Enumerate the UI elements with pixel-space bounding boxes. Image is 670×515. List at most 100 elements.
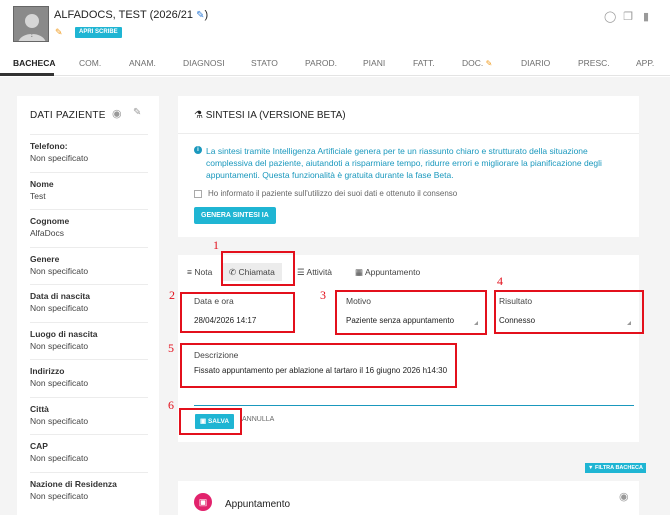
filter-icon: ▼ (588, 465, 594, 471)
checklist-icon: ☰ (297, 267, 305, 277)
copy-icon[interactable]: ❐ (622, 11, 634, 23)
field-telefono: Telefono: Non specificato (30, 134, 148, 163)
tab-doc-label: DOC. (462, 58, 484, 68)
field-value: Non specificato (30, 491, 89, 501)
ai-info-body: La sintesi tramite Intelligenza Artifici… (206, 146, 602, 180)
appointment-card: ▣ Appuntamento ◉ (178, 481, 639, 515)
field-value: Test (30, 191, 46, 201)
eye-icon[interactable]: ◉ (619, 490, 629, 503)
patient-name-suffix: ) (204, 9, 209, 21)
field-cap: CAP Non specificato (30, 434, 148, 463)
appointment-calendar-icon: ▣ (194, 493, 212, 511)
ai-synthesis-card: ⚗ SINTESI IA (VERSIONE BETA) i La sintes… (178, 96, 639, 237)
generate-ai-synthesis-button[interactable]: GENERA SINTESI IA (194, 207, 276, 224)
tab-nota[interactable]: ≡ Nota (187, 263, 212, 281)
filter-board-button[interactable]: ▼ FILTRA BACHECA (585, 463, 646, 473)
tab-diagnosi[interactable]: DIAGNOSI (183, 58, 225, 68)
patient-name: ALFADOCS, TEST (2026/21 ✎) (54, 9, 208, 21)
annotation-number-5: 5 (168, 341, 174, 355)
list-icon: ≡ (187, 267, 192, 277)
calendar-icon: ▦ (355, 267, 364, 277)
consent-checkbox[interactable] (194, 189, 202, 198)
annotation-number-3: 3 (320, 288, 326, 302)
svg-text:?: ? (29, 26, 36, 40)
tab-app[interactable]: APP. (636, 58, 654, 68)
field-label: Indirizzo (30, 366, 65, 376)
field-label: Città (30, 404, 49, 414)
tab-doc[interactable]: DOC. ✎ (462, 58, 492, 68)
annotation-number-1: 1 (213, 238, 219, 252)
tab-fatt[interactable]: FATT. (413, 58, 435, 68)
open-scribe-button[interactable]: APRI SCRIBE (75, 27, 122, 38)
field-cognome: Cognome AlfaDocs (30, 209, 148, 238)
appointment-title: Appuntamento (225, 499, 291, 510)
field-label: Nazione di Residenza (30, 479, 117, 489)
trash-icon[interactable]: ▮ (640, 11, 652, 23)
field-value: Non specificato (30, 303, 89, 313)
tab-bacheca[interactable]: BACHECA (13, 58, 56, 68)
ai-title-text: SINTESI IA (VERSIONE BETA) (205, 110, 346, 121)
annotation-number-4: 4 (497, 274, 503, 288)
field-label: Cognome (30, 216, 70, 226)
field-label: Luogo di nascita (30, 329, 98, 339)
annotation-box-3 (335, 290, 487, 335)
tab-stato[interactable]: STATO (251, 58, 278, 68)
active-tab-indicator (0, 73, 54, 76)
tab-nota-label: Nota (194, 267, 213, 277)
tab-presc[interactable]: PRESC. (578, 58, 610, 68)
field-label: Telefono: (30, 141, 68, 151)
field-label: Genere (30, 254, 60, 264)
divider (178, 133, 639, 134)
patient-header: ? ALFADOCS, TEST (2026/21 ✎) ✎ APRI SCRI… (0, 0, 670, 48)
tab-anam[interactable]: ANAM. (129, 58, 156, 68)
eye-icon[interactable]: ◉ (112, 107, 122, 120)
patient-data-title: DATI PAZIENTE (30, 110, 106, 121)
field-data-nascita: Data di nascita Non specificato (30, 284, 148, 313)
field-indirizzo: Indirizzo Non specificato (30, 359, 148, 388)
field-value: AlfaDocs (30, 228, 65, 238)
annotation-box-1 (221, 251, 295, 286)
field-nazione: Nazione di Residenza Non specificato (30, 472, 148, 501)
field-label: CAP (30, 441, 48, 451)
field-label: Nome (30, 179, 54, 189)
field-nome: Nome Test (30, 172, 148, 201)
consent-label: Ho informato il paziente sull'utilizzo d… (208, 189, 458, 198)
filter-board-label: FILTRA BACHECA (594, 465, 643, 471)
annotation-box-2 (180, 292, 295, 333)
annotation-box-6 (179, 408, 242, 435)
field-value: Non specificato (30, 266, 89, 276)
pencil-icon[interactable]: ✎ (133, 107, 141, 118)
avatar-placeholder-icon: ? (14, 7, 48, 41)
tab-piani[interactable]: PIANI (363, 58, 385, 68)
avatar[interactable]: ? (13, 6, 49, 42)
field-luogo-nascita: Luogo di nascita Non specificato (30, 322, 148, 351)
field-value: Non specificato (30, 341, 89, 351)
field-value: Non specificato (30, 453, 89, 463)
flask-icon: ⚗ (194, 110, 203, 121)
tab-diario[interactable]: DIARIO (521, 58, 550, 68)
field-value: Non specificato (30, 153, 89, 163)
consent-checkbox-row[interactable]: Ho informato il paziente sull'utilizzo d… (194, 189, 457, 198)
tab-com[interactable]: COM. (79, 58, 101, 68)
ai-synthesis-title: ⚗ SINTESI IA (VERSIONE BETA) (194, 110, 346, 121)
cancel-button[interactable]: ANNULLA (242, 416, 274, 423)
field-genere: Genere Non specificato (30, 247, 148, 276)
field-label: Data di nascita (30, 291, 90, 301)
edit-note-icon[interactable]: ✎ (55, 27, 65, 37)
tab-attivita[interactable]: ☰ Attività (297, 263, 332, 281)
header-actions: ◯ ❐ ▮ (604, 11, 652, 23)
annotation-number-6: 6 (168, 398, 174, 412)
input-underline (194, 405, 634, 406)
field-value: Non specificato (30, 378, 89, 388)
annotation-number-2: 2 (169, 288, 175, 302)
whatsapp-icon[interactable]: ◯ (604, 11, 616, 23)
info-icon: i (194, 146, 202, 154)
patient-name-text: ALFADOCS, TEST (2026/21 (54, 9, 193, 21)
patient-data-panel: DATI PAZIENTE ◉ ✎ Telefono: Non specific… (17, 96, 159, 515)
doc-edit-icon: ✎ (485, 59, 493, 68)
tab-appuntamento[interactable]: ▦ Appuntamento (355, 263, 420, 281)
annotation-box-4 (494, 290, 644, 334)
tab-parod[interactable]: PAROD. (305, 58, 337, 68)
tab-bar: BACHECA COM. ANAM. DIAGNOSI STATO PAROD.… (0, 48, 670, 76)
annotation-box-5 (180, 343, 457, 388)
